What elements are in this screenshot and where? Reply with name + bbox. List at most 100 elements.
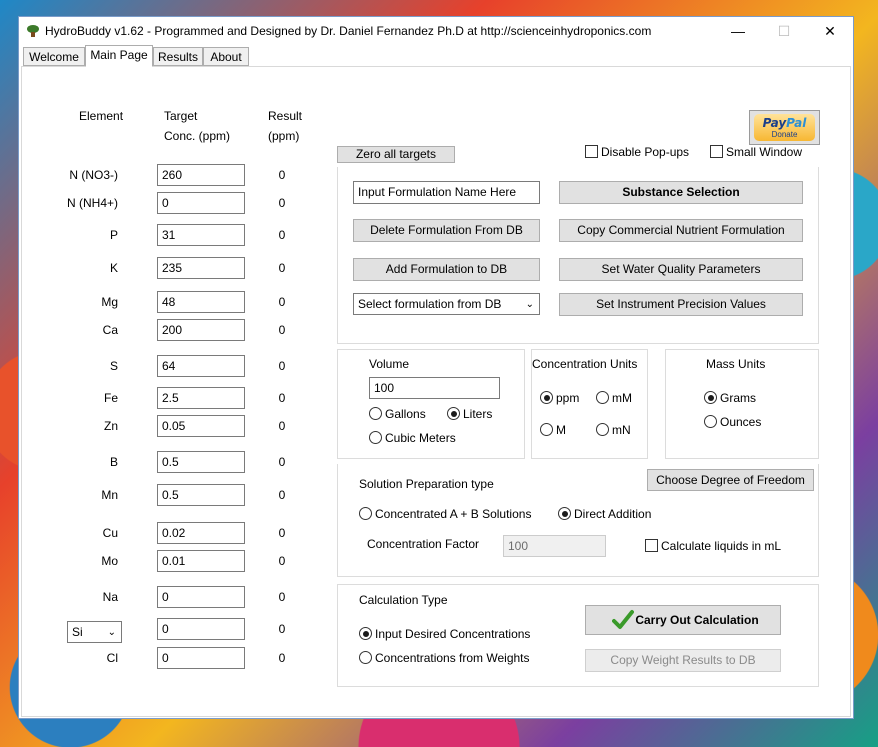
element-14-result: 0 — [278, 622, 286, 636]
element-12-result: 0 — [278, 554, 286, 568]
element-1-target-input[interactable]: 0 — [157, 192, 245, 214]
mn-radio[interactable] — [596, 423, 609, 436]
carry-out-label: Carry Out Calculation — [635, 613, 759, 627]
element-10-target-input[interactable]: 0.5 — [157, 484, 245, 506]
element-11-result: 0 — [278, 526, 286, 540]
grams-label: Grams — [720, 391, 756, 405]
instrument-precision-button[interactable]: Set Instrument Precision Values — [559, 293, 803, 316]
element-2-label: P — [109, 228, 118, 242]
tab-about[interactable]: About — [203, 47, 249, 66]
element-3-target-input[interactable]: 235 — [157, 257, 245, 279]
formulation-select[interactable]: Select formulation from DB ⌄ — [353, 293, 540, 315]
element-3-result: 0 — [278, 261, 286, 275]
element-9-target-input[interactable]: 0.5 — [157, 451, 245, 473]
element-4-result: 0 — [278, 295, 286, 309]
direct-addition-radio[interactable] — [558, 507, 571, 520]
maximize-button[interactable]: ☐ — [761, 17, 807, 45]
carry-out-calculation-button[interactable]: Carry Out Calculation — [585, 605, 781, 635]
molar-label: M — [556, 423, 566, 437]
paypal-logo: PayPal Donate — [754, 114, 815, 141]
element-8-target-input[interactable]: 0.05 — [157, 415, 245, 437]
conc-factor-label: Concentration Factor — [367, 537, 480, 551]
app-window: HydroBuddy v1.62 - Programmed and Design… — [18, 16, 854, 719]
element-5-target-input[interactable]: 200 — [157, 319, 245, 341]
substance-selection-button[interactable]: Substance Selection — [559, 181, 803, 204]
element-9-label: B — [109, 455, 118, 469]
tab-main-page[interactable]: Main Page — [85, 45, 153, 67]
formulation-name-field[interactable]: Input Formulation Name Here — [353, 181, 540, 204]
element-7-label: Fe — [103, 391, 118, 405]
target-header: Target — [164, 109, 198, 123]
zero-targets-button[interactable]: Zero all targets — [337, 146, 455, 163]
input-concentrations-label: Input Desired Concentrations — [375, 627, 531, 641]
direct-addition-label: Direct Addition — [574, 507, 652, 521]
element-15-label: Cl — [106, 651, 118, 665]
mass-units-label: Mass Units — [706, 357, 766, 371]
add-formulation-button[interactable]: Add Formulation to DB — [353, 258, 540, 281]
paypal-donate-label: Donate — [771, 130, 798, 139]
title-bar: HydroBuddy v1.62 - Programmed and Design… — [19, 17, 853, 45]
from-weights-radio[interactable] — [359, 651, 372, 664]
element-1-result: 0 — [278, 196, 286, 210]
conc-factor-input[interactable]: 100 — [503, 535, 606, 557]
minimize-button[interactable]: — — [715, 17, 761, 45]
element-15-result: 0 — [278, 651, 286, 665]
liquids-ml-label: Calculate liquids in mL — [661, 539, 782, 553]
element-2-target-input[interactable]: 31 — [157, 224, 245, 246]
extra-element-select[interactable]: Si ⌄ — [67, 621, 122, 643]
paypal-donate-button[interactable]: PayPal Donate — [749, 110, 820, 145]
volume-input[interactable]: 100 — [369, 377, 500, 399]
element-8-result: 0 — [278, 419, 286, 433]
element-3-label: K — [109, 261, 118, 275]
element-4-label: Mg — [101, 295, 118, 309]
chevron-down-icon: ⌄ — [107, 627, 116, 638]
gallons-radio[interactable] — [369, 407, 382, 420]
delete-formulation-button[interactable]: Delete Formulation From DB — [353, 219, 540, 242]
water-quality-button[interactable]: Set Water Quality Parameters — [559, 258, 803, 281]
ppm-radio[interactable] — [540, 391, 553, 404]
element-11-target-input[interactable]: 0.02 — [157, 522, 245, 544]
element-12-target-input[interactable]: 0.01 — [157, 550, 245, 572]
gallons-label: Gallons — [385, 407, 426, 421]
element-8-label: Zn — [103, 419, 118, 433]
target-header-units: Conc. (ppm) — [164, 129, 231, 143]
disable-popups-checkbox[interactable] — [585, 145, 598, 158]
element-14-target-input[interactable]: 0 — [157, 618, 245, 640]
small-window-checkbox[interactable] — [710, 145, 723, 158]
extra-element-value: Si — [72, 625, 83, 639]
grams-radio[interactable] — [704, 391, 717, 404]
molar-radio[interactable] — [540, 423, 553, 436]
ounces-radio[interactable] — [704, 415, 717, 428]
element-7-target-input[interactable]: 2.5 — [157, 387, 245, 409]
element-15-target-input[interactable]: 0 — [157, 647, 245, 669]
cubic-meters-radio[interactable] — [369, 431, 382, 444]
close-button[interactable]: ✕ — [807, 17, 853, 45]
liters-label: Liters — [463, 407, 493, 421]
volume-label: Volume — [369, 357, 410, 371]
element-10-result: 0 — [278, 488, 286, 502]
liquids-ml-checkbox[interactable] — [645, 539, 658, 552]
input-concentrations-radio[interactable] — [359, 627, 372, 640]
element-5-label: Ca — [102, 323, 118, 337]
calc-type-label: Calculation Type — [359, 593, 448, 607]
degree-of-freedom-button[interactable]: Choose Degree of Freedom — [647, 469, 814, 491]
element-11-label: Cu — [102, 526, 118, 540]
tab-welcome[interactable]: Welcome — [23, 47, 85, 66]
liters-radio[interactable] — [447, 407, 460, 420]
cubic-meters-label: Cubic Meters — [385, 431, 456, 445]
tab-results[interactable]: Results — [153, 47, 203, 66]
mm-radio[interactable] — [596, 391, 609, 404]
copy-weight-results-button[interactable]: Copy Weight Results to DB — [585, 649, 781, 672]
element-4-target-input[interactable]: 48 — [157, 291, 245, 313]
element-0-label: N (NO3-) — [69, 168, 118, 182]
copy-commercial-button[interactable]: Copy Commercial Nutrient Formulation — [559, 219, 803, 242]
solution-prep-label: Solution Preparation type — [359, 477, 494, 491]
element-0-target-input[interactable]: 260 — [157, 164, 245, 186]
element-13-target-input[interactable]: 0 — [157, 586, 245, 608]
ab-solutions-label: Concentrated A + B Solutions — [375, 507, 532, 521]
element-1-label: N (NH4+) — [66, 196, 118, 210]
element-6-target-input[interactable]: 64 — [157, 355, 245, 377]
element-5-result: 0 — [278, 323, 286, 337]
element-13-label: Na — [102, 590, 118, 604]
ab-solutions-radio[interactable] — [359, 507, 372, 520]
